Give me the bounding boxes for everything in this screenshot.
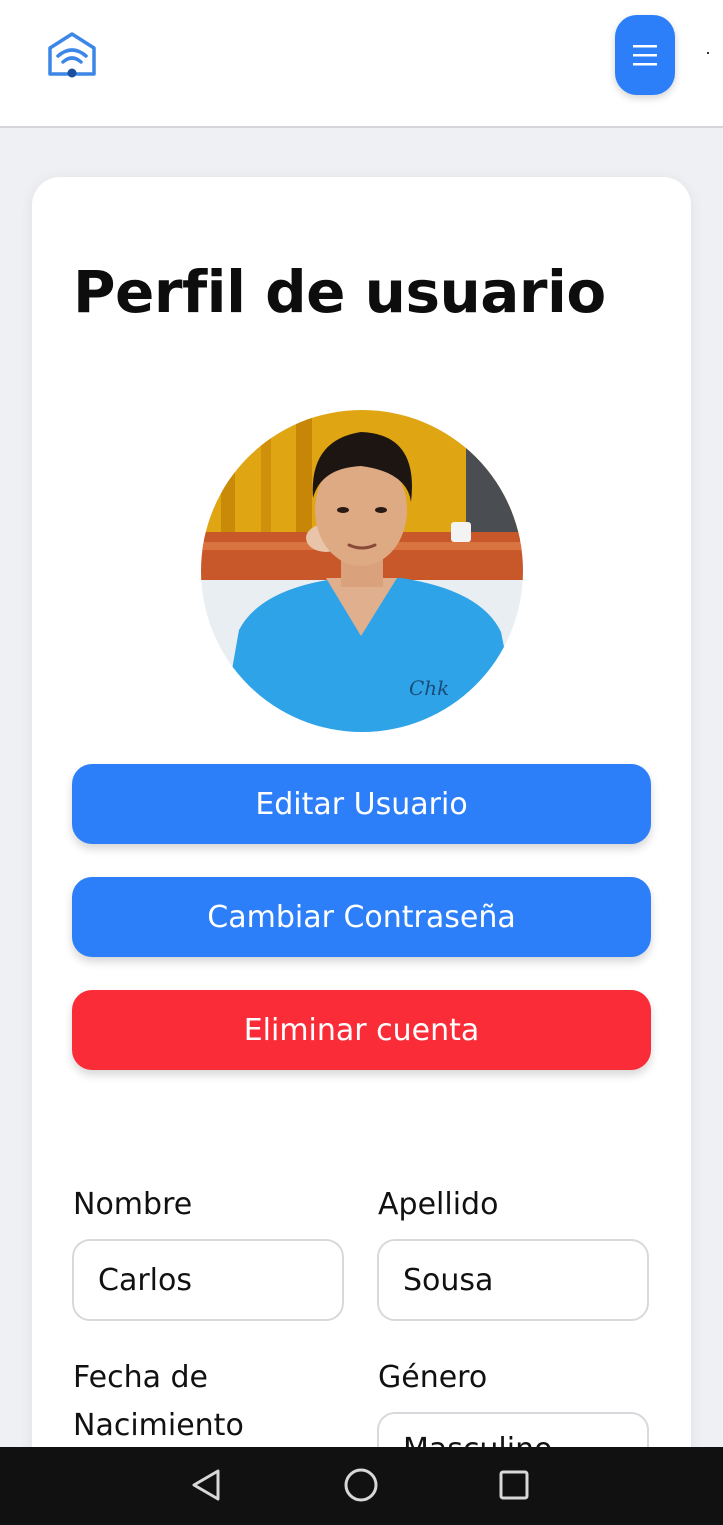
delete-account-button[interactable]: Eliminar cuenta [72, 990, 651, 1070]
avatar: Chk [201, 410, 523, 732]
status-dot [707, 52, 709, 54]
back-triangle-icon[interactable] [186, 1465, 226, 1505]
birthdate-label: Fecha de Nacimiento [73, 1360, 244, 1443]
page-title: Perfil de usuario [73, 258, 606, 326]
recents-square-icon[interactable] [494, 1465, 534, 1505]
home-circle-icon[interactable] [341, 1465, 381, 1505]
first-name-label: Nombre [73, 1187, 193, 1222]
first-name-field[interactable]: Carlos [72, 1239, 344, 1321]
svg-text:Chk: Chk [409, 676, 449, 700]
hamburger-menu-icon [633, 45, 657, 66]
menu-button[interactable] [615, 15, 675, 95]
profile-card [32, 177, 691, 1525]
last-name-label: Apellido [378, 1187, 499, 1222]
gender-label: Género [378, 1360, 488, 1395]
change-password-button[interactable]: Cambiar Contraseña [72, 877, 651, 957]
last-name-field[interactable]: Sousa [377, 1239, 649, 1321]
wifi-house-icon[interactable] [46, 30, 98, 80]
top-bar [0, 0, 723, 128]
edit-user-button[interactable]: Editar Usuario [72, 764, 651, 844]
system-nav-bar [0, 1447, 723, 1525]
